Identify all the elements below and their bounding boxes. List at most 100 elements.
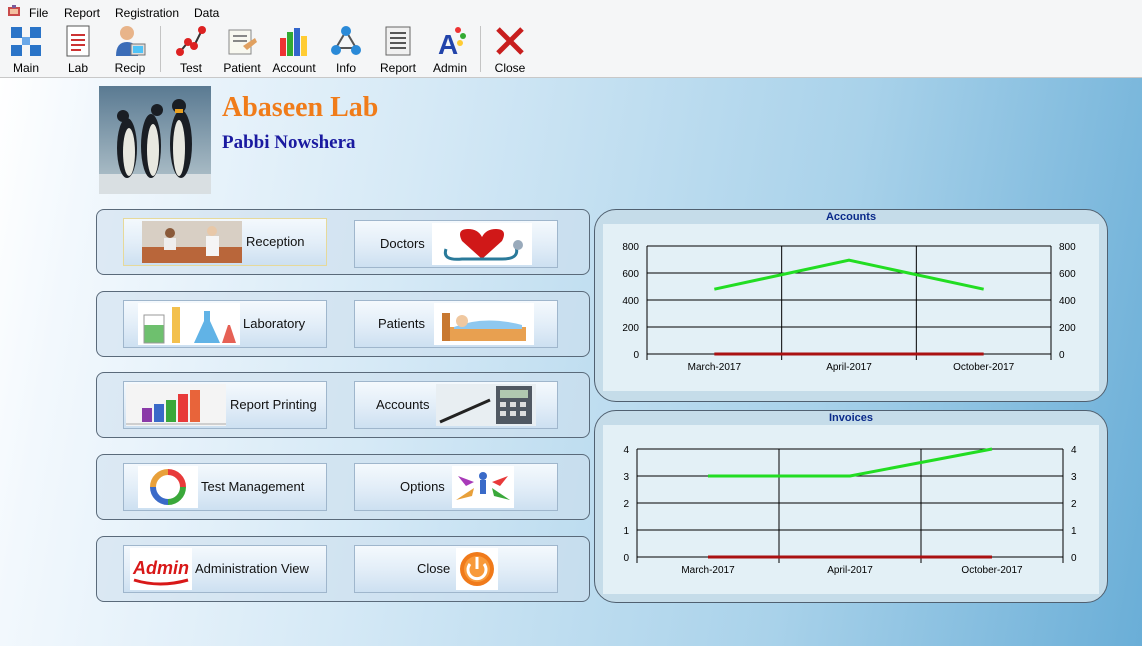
toolbar-test-button[interactable]: Test [166,24,216,76]
calculator-pen-image [436,384,536,426]
test-management-button[interactable]: Test Management [123,463,327,511]
toolbar-recip-button[interactable]: Recip [105,24,155,76]
x-tick-label: October-2017 [961,565,1023,576]
lab-name-title: Abaseen Lab [222,92,379,123]
doctors-label: Doctors [380,236,425,251]
button-group-row-2: Laboratory Patients [96,291,590,357]
report-icon [385,26,411,56]
x-tick-label: March-2017 [688,362,742,373]
invoices-chart-panel: Invoices 0 0 1 1 2 2 3 3 4 4 March-2017 April-2017 O… [594,410,1108,603]
administration-view-label: Administration View [195,561,309,576]
menu-data[interactable]: Data [194,6,219,20]
toolbar-separator [160,26,161,72]
main-icon [11,27,41,56]
y-tick-label-right: 800 [1059,242,1076,253]
toolbar-separator [480,26,481,72]
main-panel: Abaseen Lab Pabbi Nowshera Reception Doc… [0,78,1142,646]
y-tick-label-right: 0 [1071,553,1077,564]
toolbar-account-label: Account [272,61,316,75]
reception-desk-image [142,221,242,263]
y-tick-label-left: 3 [623,472,629,483]
toolbar-close-button[interactable]: Close [485,24,535,76]
series-line-green [714,258,984,291]
y-tick-label-right: 4 [1071,445,1077,456]
toolbar-recip-label: Recip [114,61,146,75]
y-tick-label-left: 4 [623,445,629,456]
y-tick-label-left: 200 [622,323,639,334]
accounts-label: Accounts [376,397,430,412]
invoices-chart: 0 0 1 1 2 2 3 3 4 4 March-2017 April-2017 October-20… [603,425,1099,594]
close-main-button[interactable]: Close [354,545,558,593]
admin-icon: A [438,27,466,58]
toolbar-lab-button[interactable]: Lab [53,24,103,76]
bar-chart-report-image [126,384,226,426]
patient-icon [228,29,257,55]
power-icon [456,548,498,590]
reception-button[interactable]: Reception [123,218,327,266]
y-tick-label-left: 600 [622,269,639,280]
toolbar-test-label: Test [179,61,202,75]
toolbar-info-button[interactable]: Info [321,24,371,76]
test-management-label: Test Management [201,479,305,494]
app-icon [8,5,20,16]
toolbar-main-label: Main [12,61,39,75]
toolbar-account-button[interactable]: Account [269,24,319,76]
close-main-label: Close [417,561,451,576]
admin-logo-image: Admin [130,548,192,590]
toolbar-main-button[interactable]: Main [1,24,51,76]
laboratory-button[interactable]: Laboratory [123,300,327,348]
accounts-chart: 0 0 200 200 400 400 600 600 800 800 March-2017 Apri… [603,224,1099,391]
info-icon [331,26,361,55]
laboratory-label: Laboratory [243,316,306,331]
accounts-chart-panel: Accounts 0 0 200 200 400 400 600 600 800 800 March… [594,209,1108,402]
accounts-button[interactable]: Accounts [354,381,558,429]
x-tick-label: April-2017 [827,565,873,576]
button-group-row-4: Test Management Options [96,454,590,520]
button-group-row-5: Admin Administration View Close [96,536,590,602]
administration-view-button[interactable]: Admin Administration View [123,545,327,593]
lab-icon [66,25,90,57]
y-tick-label-right: 2 [1071,499,1077,510]
accounts-chart-title: Accounts [825,211,877,223]
admin-logo-text: Admin [132,558,189,578]
report-printing-label: Report Printing [230,397,317,412]
svg-text:A: A [438,29,458,58]
toolbar-info-label: Info [335,61,356,75]
reception-label: Reception [246,234,305,249]
toolbar-lab-label: Lab [67,61,89,75]
y-tick-label-left: 400 [622,296,639,307]
x-tick-label: October-2017 [953,362,1015,373]
y-tick-label-left: 0 [633,350,639,361]
menu-registration[interactable]: Registration [115,6,179,20]
patient-in-bed-image [434,303,534,345]
toolbar-close-label: Close [494,61,526,75]
lab-glassware-image [138,303,240,345]
y-tick-label-right: 400 [1059,296,1076,307]
toolbar-admin-label: Admin [432,61,467,75]
toolbar-patient-label: Patient [223,61,261,75]
cycle-arrows-image [138,466,198,508]
lab-location-subtitle: Pabbi Nowshera [222,132,356,153]
toolbar-report-button[interactable]: Report [373,24,423,76]
heart-stethoscope-image [432,223,532,265]
options-button[interactable]: Options [354,463,558,511]
toolbar-patient-button[interactable]: Patient [217,24,267,76]
direction-arrows-image [452,466,514,508]
patients-label: Patients [378,316,425,331]
menu-bar: File Report Registration Data [0,0,1142,23]
y-tick-label-right: 1 [1071,526,1077,537]
menu-file[interactable]: File [29,6,48,20]
y-tick-label-left: 0 [623,553,629,564]
y-tick-label-right: 3 [1071,472,1077,483]
account-icon [280,28,307,56]
test-icon [176,26,206,56]
options-label: Options [400,479,445,494]
y-tick-label-right: 0 [1059,350,1065,361]
menu-report[interactable]: Report [64,6,100,20]
x-tick-label: April-2017 [826,362,872,373]
patients-button[interactable]: Patients [354,300,558,348]
doctors-button[interactable]: Doctors [354,220,558,268]
penguin-logo-image [99,86,211,194]
toolbar-admin-button[interactable]: A Admin [425,24,475,76]
report-printing-button[interactable]: Report Printing [123,381,327,429]
